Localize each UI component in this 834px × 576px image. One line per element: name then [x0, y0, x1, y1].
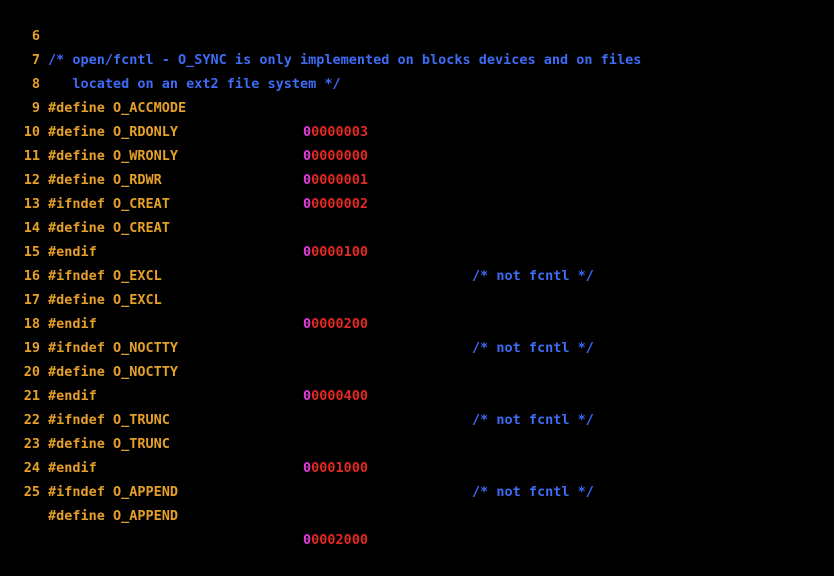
inline-comment: /* not fcntl */ — [472, 484, 594, 500]
code-line[interactable]: 9 #define O_RDONLY 00000000 — [0, 72, 834, 164]
code-line[interactable]: 22 #define O_TRUNC 00001000 /* not fcntl… — [0, 384, 834, 500]
code-line[interactable]: 8 #define O_ACCMODE 00000003 — [0, 48, 834, 140]
code-line[interactable]: 18 #ifndef O_NOCTTY — [0, 288, 834, 356]
code-line[interactable]: 17 #endif — [0, 264, 834, 332]
code-line[interactable]: 6 /* open/fcntl - O_SYNC is only impleme… — [0, 0, 834, 68]
code-line[interactable]: 7 located on an ext2 file system */ — [0, 24, 834, 92]
code-line[interactable]: 15 #ifndef O_EXCL — [0, 216, 834, 284]
code-line[interactable]: 23 #endif — [0, 408, 834, 476]
line-number: 25 — [23, 484, 40, 500]
code-line[interactable]: 16 #define O_EXCL 00000200 /* not fcntl … — [0, 240, 834, 356]
code-line[interactable]: 13 #define O_CREAT 00000100 /* not fcntl… — [0, 168, 834, 284]
code-line[interactable]: 14 #endif — [0, 192, 834, 260]
ifndef-directive: #ifndef O_APPEND — [48, 484, 179, 500]
octal-digits: 0002000 — [311, 532, 369, 548]
code-line[interactable]: 12 #ifndef O_CREAT — [0, 144, 834, 212]
code-line[interactable]: 10 #define O_WRONLY 00000001 — [0, 96, 834, 188]
code-line[interactable]: 20 #endif — [0, 336, 834, 404]
code-editor[interactable]: 6 /* open/fcntl - O_SYNC is only impleme… — [0, 0, 834, 548]
macro-value: 00002000 — [303, 528, 368, 552]
octal-prefix: 0 — [303, 532, 312, 548]
code-line[interactable]: 21 #ifndef O_TRUNC — [0, 360, 834, 428]
code-line[interactable]: 24 #ifndef O_APPEND — [0, 432, 834, 500]
define-directive: #define O_APPEND — [48, 508, 179, 524]
code-line[interactable]: 11 #define O_RDWR 00000002 — [0, 120, 834, 212]
code-line[interactable]: 25 #define O_APPEND 00002000 — [0, 456, 834, 548]
code-line[interactable]: 19 #define O_NOCTTY 00000400 /* not fcnt… — [0, 312, 834, 428]
